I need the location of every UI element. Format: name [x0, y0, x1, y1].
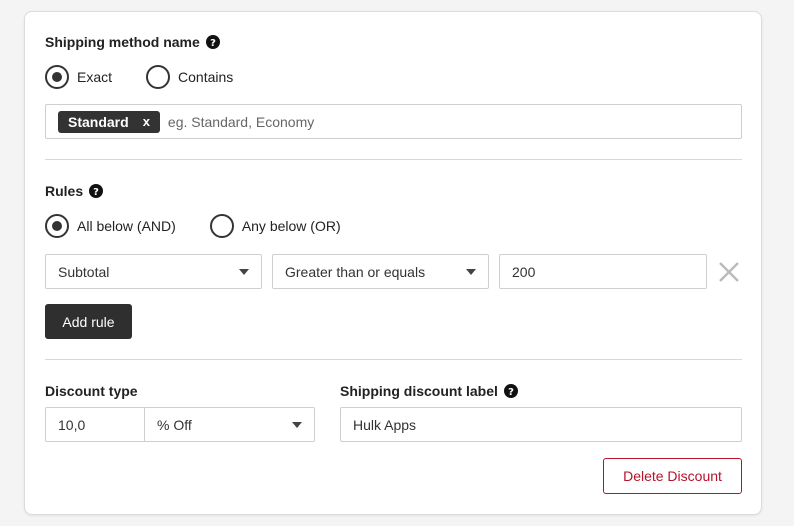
radio-exact-label: Exact [77, 69, 113, 85]
delete-discount-button[interactable]: Delete Discount [603, 458, 742, 494]
shipping-discount-label-input[interactable]: Hulk Apps [340, 407, 742, 442]
divider [45, 359, 742, 360]
shipping-discount-label-heading: Shipping discount label ? [340, 383, 518, 399]
shipping-discount-label-value: Hulk Apps [353, 416, 417, 433]
help-icon[interactable]: ? [503, 384, 518, 398]
rules-label: Rules ? [45, 183, 104, 199]
rule-field-value: Subtotal [58, 263, 110, 280]
radio-all-below-indicator[interactable] [45, 214, 69, 238]
help-icon[interactable]: ? [89, 184, 104, 198]
radio-any-below-indicator[interactable] [209, 214, 234, 238]
radio-contains[interactable]: Contains [146, 65, 233, 89]
radio-all-below[interactable]: All below (AND) [45, 214, 176, 238]
radio-contains-label: Contains [178, 69, 234, 85]
shipping-method-name-title: Shipping method name [45, 34, 200, 50]
tag-standard: Standard x [58, 110, 160, 133]
svg-text:?: ? [210, 38, 216, 49]
discount-unit-value: % Off [157, 416, 192, 433]
rules-logic-group: All below (AND) Any below (OR) [45, 214, 341, 238]
tag-input-placeholder[interactable]: eg. Standard, Economy [168, 114, 314, 130]
discount-type-label: Discount type [45, 383, 138, 399]
radio-any-below-label: Any below (OR) [241, 218, 341, 234]
svg-text:?: ? [508, 387, 514, 398]
chevron-down-icon [239, 268, 249, 275]
radio-exact[interactable]: Exact [45, 65, 112, 89]
tag-remove-icon[interactable]: x [143, 114, 150, 129]
svg-text:?: ? [93, 187, 99, 198]
radio-all-below-label: All below (AND) [77, 218, 176, 234]
chevron-down-icon [292, 421, 302, 428]
remove-rule-icon[interactable] [718, 261, 740, 283]
rule-field-select[interactable]: Subtotal [45, 254, 262, 289]
discount-type-title: Discount type [45, 383, 138, 399]
match-type-group: Exact Contains [45, 65, 233, 89]
rule-operator-select[interactable]: Greater than or equals [272, 254, 489, 289]
rule-value-text: 200 [512, 263, 536, 280]
radio-exact-indicator[interactable] [45, 65, 69, 89]
tag-standard-label: Standard [68, 113, 129, 130]
discount-amount-input[interactable]: 10,0 [45, 407, 145, 442]
radio-any-below[interactable]: Any below (OR) [209, 214, 341, 238]
discount-amount-value: 10,0 [58, 416, 86, 433]
add-rule-button[interactable]: Add rule [45, 304, 132, 339]
discount-unit-select[interactable]: % Off [144, 407, 315, 442]
chevron-down-icon [466, 268, 476, 275]
rule-value-input[interactable]: 200 [499, 254, 707, 289]
help-icon[interactable]: ? [205, 35, 220, 49]
shipping-method-name-label: Shipping method name ? [45, 34, 220, 50]
discount-card: Shipping method name ? Exact Contains St… [24, 11, 762, 515]
divider [45, 159, 742, 160]
rule-operator-value: Greater than or equals [285, 263, 426, 280]
shipping-discount-label-title: Shipping discount label [340, 383, 498, 399]
rules-title: Rules [45, 183, 84, 199]
radio-contains-indicator[interactable] [146, 65, 171, 89]
shipping-method-tag-input[interactable]: Standard x eg. Standard, Economy [45, 104, 742, 139]
